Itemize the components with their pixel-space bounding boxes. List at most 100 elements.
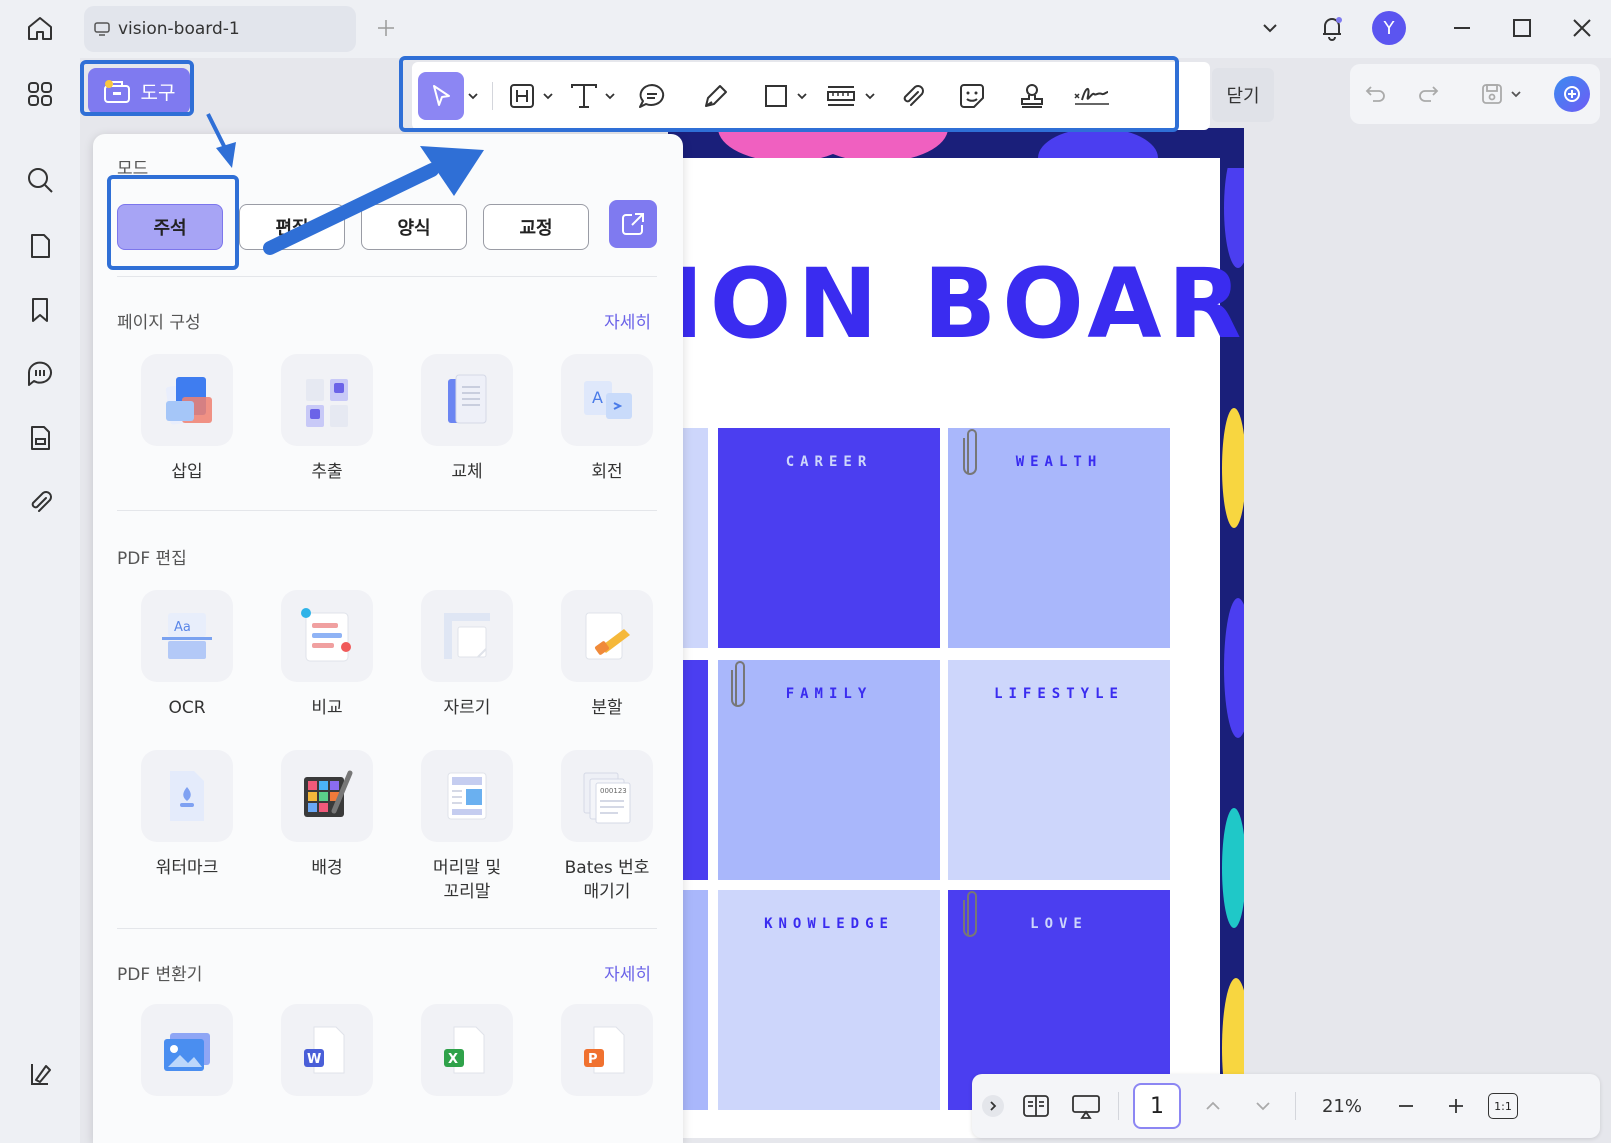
tool-extract[interactable]: 추출 xyxy=(257,354,397,484)
chevron-down-icon[interactable] xyxy=(1250,8,1290,48)
tool-crop[interactable]: 자르기 xyxy=(397,590,537,720)
ai-assistant-icon[interactable] xyxy=(1554,76,1590,112)
sticker-tool[interactable] xyxy=(949,72,995,120)
zoom-level[interactable]: 21% xyxy=(1310,1096,1374,1117)
select-tool[interactable] xyxy=(418,72,464,120)
signature-tool[interactable] xyxy=(1069,72,1115,120)
svg-text:000123: 000123 xyxy=(600,787,627,795)
text-tool[interactable] xyxy=(567,72,601,120)
pdf-converter-more-link[interactable]: 자세히 xyxy=(604,960,651,985)
tool-insert[interactable]: 삽입 xyxy=(117,354,257,484)
svg-text:X: X xyxy=(448,1052,458,1067)
comment-icon[interactable] xyxy=(20,354,60,394)
mode-section-title: 모드 xyxy=(117,159,149,179)
search-icon[interactable] xyxy=(20,160,60,200)
close-tools-button[interactable]: 닫기 xyxy=(1212,68,1274,122)
new-tab-plus-icon[interactable] xyxy=(366,8,406,48)
tool-ocr[interactable]: Aa OCR xyxy=(117,590,257,720)
mode-form-button[interactable]: 양식 xyxy=(361,204,467,250)
tool-compare-label: 비교 xyxy=(311,698,343,718)
expand-bar-icon[interactable] xyxy=(982,1095,1004,1117)
tool-convert-excel[interactable]: X xyxy=(397,1004,537,1096)
paperclip-icon xyxy=(963,429,977,475)
paperclip-icon xyxy=(903,85,924,106)
rotate-pages-icon: A xyxy=(561,354,653,446)
attach-tool[interactable] xyxy=(889,72,935,120)
page-layout-icon[interactable] xyxy=(1018,1094,1054,1118)
chevron-down-icon[interactable] xyxy=(1504,74,1528,114)
comment-tool[interactable] xyxy=(629,72,675,120)
pdf-converter-section-title: PDF 변환기 xyxy=(117,965,203,985)
chevron-down-icon[interactable] xyxy=(541,90,555,102)
close-window-icon[interactable] xyxy=(1562,8,1602,48)
compare-icon xyxy=(281,590,373,682)
mode-annotate-button[interactable]: 주석 xyxy=(117,204,223,250)
stamp-tool[interactable] xyxy=(1009,72,1055,120)
previous-page-icon[interactable] xyxy=(1195,1097,1231,1115)
chevron-down-icon[interactable] xyxy=(603,90,617,102)
cursor-icon xyxy=(433,85,450,106)
shape-tool[interactable] xyxy=(759,72,793,120)
tool-split[interactable]: 분할 xyxy=(537,590,677,720)
redo-icon[interactable] xyxy=(1408,74,1448,114)
text-t-icon xyxy=(571,84,597,108)
tool-convert-powerpoint[interactable]: P xyxy=(537,1004,677,1096)
tool-bates-numbering[interactable]: 000123 Bates 번호 매기기 xyxy=(537,750,677,904)
divider xyxy=(117,510,657,511)
chevron-down-icon[interactable] xyxy=(466,90,480,102)
tool-background[interactable]: 배경 xyxy=(257,750,397,880)
chevron-down-icon[interactable] xyxy=(863,90,877,102)
tool-header-footer[interactable]: 머리말 및 꼬리말 xyxy=(397,750,537,904)
zoom-in-icon[interactable] xyxy=(1438,1096,1474,1116)
undo-icon[interactable] xyxy=(1356,74,1396,114)
convert-to-powerpoint-icon: P xyxy=(561,1004,653,1096)
watermark-icon xyxy=(141,750,233,842)
speech-bubble-icon xyxy=(639,84,665,108)
convert-to-image-icon xyxy=(141,1004,233,1096)
mode-proofread-button[interactable]: 교정 xyxy=(483,204,589,250)
pen-icon xyxy=(705,85,727,107)
tool-extract-label: 추출 xyxy=(311,462,343,482)
document-tab[interactable]: vision-board-1 xyxy=(84,6,356,52)
open-external-button[interactable] xyxy=(609,200,657,248)
highlight-tool[interactable] xyxy=(505,72,539,120)
tool-convert-word[interactable]: W xyxy=(257,1004,397,1096)
divider xyxy=(117,928,657,929)
notification-bell-icon[interactable] xyxy=(1312,8,1352,48)
document-tab-title: vision-board-1 xyxy=(118,19,240,39)
page-section-more-link[interactable]: 자세히 xyxy=(604,308,651,333)
next-page-icon[interactable] xyxy=(1245,1097,1281,1115)
tools-label: 도구 xyxy=(140,81,176,104)
maximize-icon[interactable] xyxy=(1502,8,1542,48)
tool-watermark[interactable]: 워터마크 xyxy=(117,750,257,880)
mode-edit-button[interactable]: 편집 xyxy=(239,204,345,250)
document-tab-icon xyxy=(94,21,110,37)
form-fields-icon[interactable] xyxy=(20,418,60,458)
apps-grid-icon[interactable] xyxy=(20,74,60,114)
zoom-out-icon[interactable] xyxy=(1388,1096,1424,1116)
left-rail xyxy=(0,58,80,1143)
tool-replace[interactable]: 교체 xyxy=(397,354,537,484)
page-thumbnail-icon[interactable] xyxy=(20,226,60,266)
tools-button[interactable]: 도구 xyxy=(88,68,190,114)
actual-size-button[interactable]: 1:1 xyxy=(1488,1093,1518,1119)
home-icon[interactable] xyxy=(20,8,60,48)
chevron-down-icon[interactable] xyxy=(795,90,809,102)
paperclip-icon xyxy=(731,661,745,707)
bookmark-icon[interactable] xyxy=(20,290,60,330)
svg-text:A: A xyxy=(592,388,603,407)
document-page: ION BOARD CAREER WEALTH FAMILY LIFESTYLE… xyxy=(668,128,1244,1138)
avatar-letter: Y xyxy=(1372,11,1406,45)
attachment-icon[interactable] xyxy=(20,482,60,522)
minimize-icon[interactable] xyxy=(1442,8,1482,48)
page-number-input[interactable]: 1 xyxy=(1133,1083,1181,1129)
measure-tool[interactable] xyxy=(821,72,861,120)
tool-rotate[interactable]: A 회전 xyxy=(537,354,677,484)
pen-tool[interactable] xyxy=(693,72,739,120)
presentation-icon[interactable] xyxy=(1068,1093,1104,1119)
tool-compare[interactable]: 비교 xyxy=(257,590,397,720)
sidebar-toggle-icon[interactable] xyxy=(20,1054,60,1094)
tool-convert-image[interactable] xyxy=(117,1004,257,1096)
user-avatar[interactable]: Y xyxy=(1372,11,1406,45)
tile-knowledge: KNOWLEDGE xyxy=(718,890,940,1110)
